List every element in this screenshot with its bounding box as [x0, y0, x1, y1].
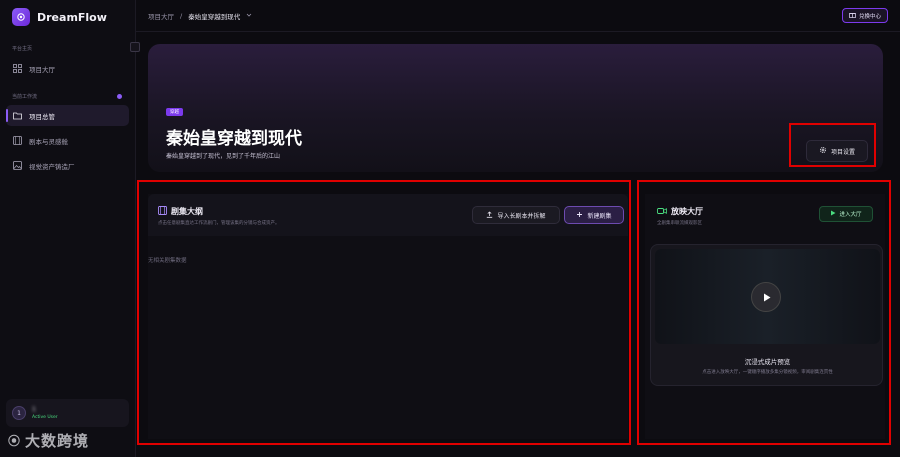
section-label-current: 当前工作流 — [12, 94, 38, 100]
sidebar: DreamFlow 平台主页 项目大厅 当前工作流 项目总管 剧本与灵感舱 视觉… — [0, 0, 140, 457]
project-hero: 穿越 秦始皇穿越到现代 秦始皇穿越到了现代，见到了千年后的江山 项目设置 — [148, 44, 883, 172]
highlight-box-episodes — [137, 180, 631, 445]
breadcrumb-root[interactable]: 项目大厅 — [148, 11, 174, 21]
watermark-logo-icon: ⦿ — [8, 434, 22, 448]
user-status: Active User — [32, 415, 58, 420]
image-icon — [13, 161, 22, 170]
avatar: 1 — [12, 406, 26, 420]
brand-name: DreamFlow — [37, 10, 107, 24]
genre-tag: 穿越 — [166, 108, 183, 116]
highlight-box-theater — [637, 180, 891, 445]
collapse-sidebar-button[interactable] — [130, 42, 140, 52]
highlight-box-settings — [789, 123, 876, 167]
user-name: 1 — [32, 406, 36, 413]
brand-logo-icon — [12, 8, 30, 26]
topbar: 项目大厅 / 秦始皇穿越到现代 兑换中心 — [136, 0, 900, 32]
sidebar-item-label: 项目大厅 — [29, 65, 55, 74]
app-root: DreamFlow 平台主页 项目大厅 当前工作流 项目总管 剧本与灵感舱 视觉… — [0, 0, 900, 457]
chevron-down-icon[interactable] — [246, 12, 252, 20]
gift-icon — [849, 11, 856, 20]
sidebar-item-project-manager[interactable]: 项目总管 — [6, 105, 129, 126]
breadcrumb-separator: / — [180, 12, 183, 20]
watermark-text: 大数跨境 — [25, 432, 90, 450]
folder-icon — [13, 111, 22, 120]
project-subtitle: 秦始皇穿越到了现代，见到了千年后的江山 — [166, 153, 281, 160]
user-info: 1 Active User — [32, 406, 58, 420]
user-card[interactable]: 1 1 Active User — [6, 399, 129, 427]
sidebar-item-visual-assets[interactable]: 视觉资产铸造厂 — [6, 155, 129, 176]
grid-icon — [13, 64, 22, 73]
sidebar-item-script[interactable]: 剧本与灵感舱 — [6, 130, 129, 151]
redeem-center-button[interactable]: 兑换中心 — [841, 8, 888, 23]
project-title: 秦始皇穿越到现代 — [166, 129, 302, 149]
active-workflow-dot — [117, 94, 122, 99]
section-label-platform: 平台主页 — [12, 46, 33, 52]
film-icon — [13, 136, 22, 145]
sidebar-item-label: 视觉资产铸造厂 — [29, 162, 75, 171]
redeem-label: 兑换中心 — [858, 13, 881, 20]
brand[interactable]: DreamFlow — [12, 8, 107, 26]
watermark: ⦿ 大数跨境 — [8, 430, 89, 451]
breadcrumb-current[interactable]: 秦始皇穿越到现代 — [188, 11, 240, 21]
breadcrumb: 项目大厅 / 秦始皇穿越到现代 — [148, 11, 252, 21]
sidebar-item-label: 剧本与灵感舱 — [29, 137, 68, 146]
sidebar-item-label: 项目总管 — [29, 112, 55, 121]
sidebar-item-hall[interactable]: 项目大厅 — [6, 58, 129, 79]
